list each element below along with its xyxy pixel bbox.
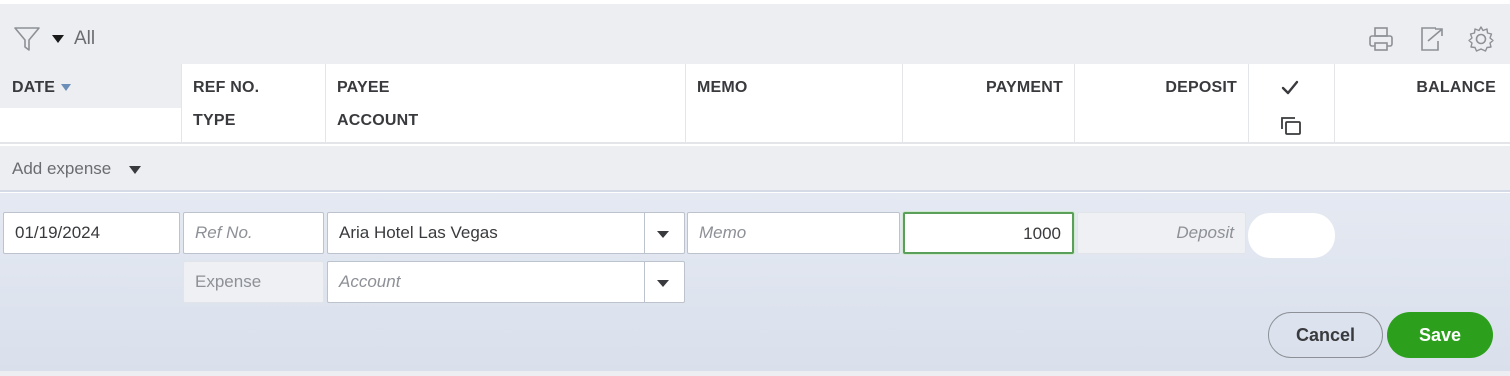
account-select[interactable]: Account <box>327 261 685 303</box>
payment-input[interactable]: 1000 <box>903 212 1074 254</box>
checkmark-icon <box>1281 80 1299 95</box>
export-icon[interactable] <box>1416 24 1446 54</box>
column-divider <box>1248 64 1249 144</box>
save-button[interactable]: Save <box>1387 312 1493 358</box>
account-dropdown-caret-icon[interactable] <box>657 280 669 287</box>
date-header-label[interactable]: DATE <box>12 79 55 97</box>
memo-header[interactable]: MEMO <box>697 79 748 97</box>
cancel-button[interactable]: Cancel <box>1268 312 1383 358</box>
payee-select[interactable]: Aria Hotel Las Vegas <box>327 212 685 254</box>
ref-no-input[interactable]: Ref No. <box>183 212 324 254</box>
edit-transaction-row: 01/19/2024 Ref No. Aria Hotel Las Vegas … <box>0 193 1510 371</box>
deposit-input[interactable]: Deposit <box>1077 212 1246 254</box>
copy-icon[interactable] <box>1280 115 1304 139</box>
payment-header[interactable]: PAYMENT <box>986 79 1063 97</box>
chevron-down-icon[interactable] <box>129 166 141 174</box>
column-divider <box>1334 64 1335 144</box>
next-row-strip <box>0 371 1510 376</box>
cleared-status-toggle[interactable] <box>1248 213 1335 258</box>
account-header[interactable]: ACCOUNT <box>337 112 418 130</box>
add-expense-label[interactable]: Add expense <box>12 159 111 179</box>
payee-header[interactable]: PAYEE <box>337 79 390 97</box>
type-field: Expense <box>183 261 324 303</box>
filter-bar: All <box>0 4 1510 64</box>
filter-icon[interactable] <box>12 24 42 54</box>
date-input[interactable]: 01/19/2024 <box>3 212 180 254</box>
dropdown-divider <box>644 261 645 303</box>
add-expense-dropdown[interactable]: Add expense <box>0 146 1510 192</box>
bank-register: All DATE REF NO. TYPE PAYEE ACCOUNT MEMO… <box>0 0 1510 376</box>
column-divider <box>181 64 182 144</box>
column-divider <box>1074 64 1075 144</box>
gear-icon[interactable] <box>1466 24 1496 54</box>
memo-input[interactable]: Memo <box>687 212 900 254</box>
column-divider <box>325 64 326 144</box>
filter-dropdown-caret-icon[interactable] <box>52 35 64 43</box>
ref-no-header[interactable]: REF NO. <box>193 79 259 97</box>
printer-icon[interactable] <box>1366 24 1396 54</box>
dropdown-divider <box>644 212 645 254</box>
register-header: DATE REF NO. TYPE PAYEE ACCOUNT MEMO PAY… <box>0 64 1510 144</box>
filter-value[interactable]: All <box>74 28 95 50</box>
payee-dropdown-caret-icon[interactable] <box>657 231 669 238</box>
deposit-header[interactable]: DEPOSIT <box>1165 79 1237 97</box>
type-header[interactable]: TYPE <box>193 112 236 130</box>
column-divider <box>902 64 903 144</box>
balance-header[interactable]: BALANCE <box>1416 79 1496 97</box>
sort-caret-icon[interactable] <box>61 84 71 91</box>
column-divider <box>685 64 686 144</box>
